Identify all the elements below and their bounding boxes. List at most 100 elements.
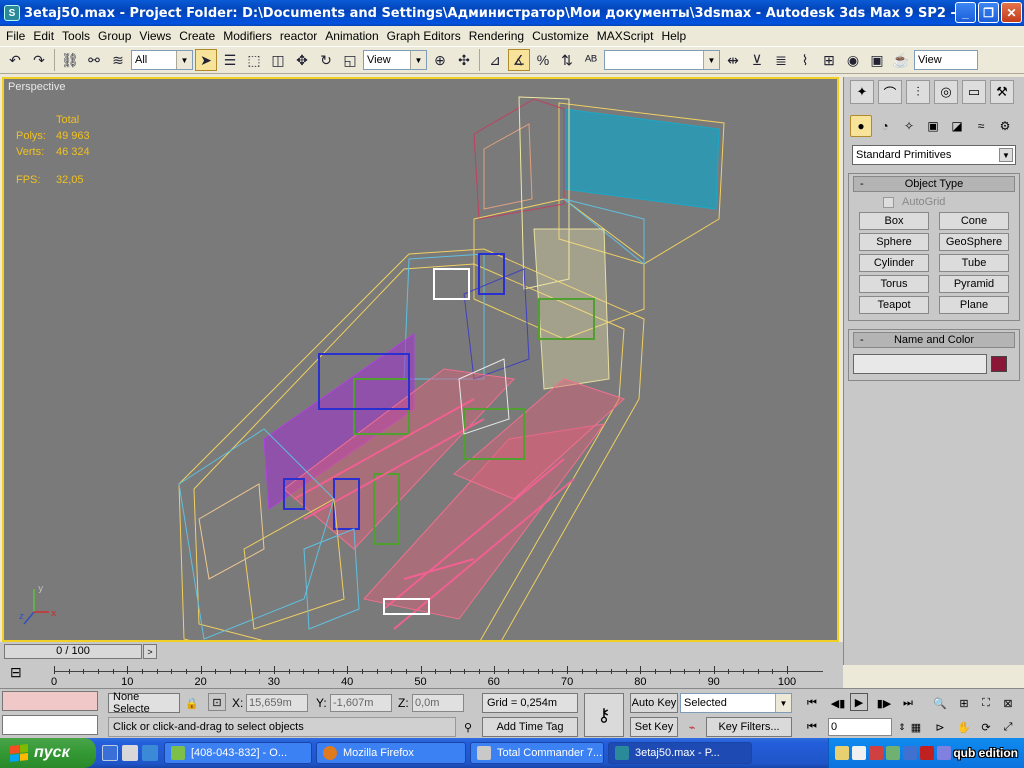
object-type-header[interactable]: - Object Type (853, 176, 1015, 192)
utilities-tab-icon[interactable]: ⚒ (990, 80, 1014, 104)
taskbar-item-3dsmax[interactable]: 3etaj50.max - P... (608, 742, 752, 764)
explorer-quicklaunch-icon[interactable] (122, 745, 138, 761)
systems-icon[interactable]: ⚙ (994, 115, 1016, 137)
zoom-all-icon[interactable]: ⊞ (954, 693, 974, 713)
antivirus-tray-icon[interactable] (869, 746, 883, 760)
lock-icon[interactable]: 🔒 (182, 693, 202, 713)
window-crossing-icon[interactable]: ◫ (267, 49, 289, 71)
sphere-button[interactable]: Sphere (859, 233, 929, 251)
time-slider-thumb[interactable]: 0 / 100 (4, 644, 142, 659)
z-coordinate-field[interactable]: 0,0m (412, 694, 464, 712)
y-coordinate-field[interactable]: -1,607m (330, 694, 392, 712)
selection-filter-dropdown[interactable]: All ▼ (131, 50, 193, 70)
next-frame-arrow-icon[interactable]: > (143, 644, 157, 659)
cylinder-button[interactable]: Cylinder (859, 254, 929, 272)
select-and-rotate-icon[interactable]: ↻ (315, 49, 337, 71)
3ds-max-icon[interactable]: S (4, 5, 20, 21)
key-mode-dropdown[interactable]: Selected ▼ (680, 693, 792, 713)
object-color-swatch[interactable] (991, 356, 1007, 372)
network-tray-icon[interactable] (886, 746, 900, 760)
x-coordinate-field[interactable]: 15,659m (246, 694, 308, 712)
menu-modifiers[interactable]: Modifiers (219, 29, 276, 43)
teapot-button[interactable]: Teapot (859, 296, 929, 314)
pan-view-icon[interactable]: ✋ (954, 717, 974, 737)
go-to-end-icon[interactable]: ⏭ (898, 693, 918, 713)
unlink-icon[interactable]: ⚯ (83, 49, 105, 71)
time-slider[interactable]: 0 / 100 > (0, 642, 843, 660)
lights-icon[interactable]: ✧ (898, 115, 920, 137)
render-setup-icon[interactable]: ▣ (866, 49, 888, 71)
box-button[interactable]: Box (859, 212, 929, 230)
set-key-icon[interactable]: ⚷ (584, 693, 624, 737)
previous-frame-icon[interactable]: ◀▮ (828, 693, 848, 713)
taskbar-item-total-commander[interactable]: Total Commander 7... (470, 742, 604, 764)
menu-edit[interactable]: Edit (29, 29, 58, 43)
named-selection-dropdown[interactable]: ▼ (604, 50, 720, 70)
curve-editor-icon[interactable]: ⌇ (794, 49, 816, 71)
add-time-tag-button[interactable]: Add Time Tag (482, 717, 578, 737)
select-and-move-icon[interactable]: ✥ (291, 49, 313, 71)
key-filters-button[interactable]: Key Filters... (706, 717, 792, 737)
set-key-button[interactable]: Set Key (630, 717, 678, 737)
reference-coordinate-dropdown[interactable]: View ▼ (363, 50, 427, 70)
object-category-dropdown[interactable]: Standard Primitives ▼ (852, 145, 1016, 165)
menu-tools[interactable]: Tools (58, 29, 94, 43)
align-icon[interactable]: ⊻ (746, 49, 768, 71)
flash-tray-icon[interactable] (920, 746, 934, 760)
notes-tray-icon[interactable] (852, 746, 866, 760)
create-tab-icon[interactable]: ✦ (850, 80, 874, 104)
select-object-icon[interactable]: ➤ (195, 49, 217, 71)
motion-tab-icon[interactable]: ◎ (934, 80, 958, 104)
pivot-center-icon[interactable]: ⊕ (429, 49, 451, 71)
zoom-extents-icon[interactable]: ⛶ (976, 693, 996, 713)
schematic-view-icon[interactable]: ⊞ (818, 49, 840, 71)
menu-views[interactable]: Views (135, 29, 175, 43)
play-icon[interactable]: ▶ (850, 693, 868, 711)
bind-to-space-warp-icon[interactable]: ≋ (107, 49, 129, 71)
show-desktop-icon[interactable] (142, 745, 158, 761)
perspective-viewport[interactable]: Perspective Total Polys: 49 963 Verts: 46 … (2, 77, 839, 642)
menu-animation[interactable]: Animation (321, 29, 382, 43)
open-mini-curve-editor-icon[interactable]: ⊟ (10, 664, 22, 681)
helpers-icon[interactable]: ◪ (946, 115, 968, 137)
select-and-manipulate-icon[interactable]: ✣ (453, 49, 475, 71)
menu-rendering[interactable]: Rendering (465, 29, 528, 43)
taskbar-item-firefox[interactable]: Mozilla Firefox (316, 742, 466, 764)
close-button[interactable]: ✕ (1001, 2, 1022, 23)
autogrid-option[interactable]: AutoGrid (853, 192, 1015, 212)
snaps-toggle-icon[interactable]: ⊿ (484, 49, 506, 71)
time-tag-icon[interactable]: ⚲ (458, 717, 478, 737)
geometry-icon[interactable]: ● (850, 115, 872, 137)
default-tangent-icon[interactable]: ⌁ (682, 717, 702, 737)
menu-help[interactable]: Help (657, 29, 690, 43)
torus-button[interactable]: Torus (859, 275, 929, 293)
object-name-field[interactable] (853, 354, 987, 374)
folder-tray-icon[interactable] (835, 746, 849, 760)
menu-customize[interactable]: Customize (528, 29, 593, 43)
angle-snap-icon[interactable]: ∡ (508, 49, 530, 71)
select-and-link-icon[interactable]: ⛓ (59, 49, 81, 71)
current-frame-field[interactable]: 0 (828, 718, 892, 736)
geosphere-button[interactable]: GeoSphere (939, 233, 1009, 251)
taskbar-item-icq[interactable]: [408-043-832] - О... (164, 742, 312, 764)
material-editor-icon[interactable]: ◉ (842, 49, 864, 71)
minimize-button[interactable]: _ (955, 2, 976, 23)
auto-key-button[interactable]: Auto Key (630, 693, 678, 713)
render-view-dropdown[interactable]: View (914, 50, 978, 70)
space-warps-icon[interactable]: ≈ (970, 115, 992, 137)
frame-ruler[interactable]: 0 10 20 30 40 50 60 70 80 90 100 (51, 662, 823, 688)
menu-group[interactable]: Group (94, 29, 135, 43)
menu-maxscript[interactable]: MAXScript (593, 29, 658, 43)
volume-tray-icon[interactable] (937, 746, 951, 760)
tube-button[interactable]: Tube (939, 254, 1009, 272)
zoom-icon[interactable]: 🔍 (930, 693, 950, 713)
zoom-extents-all-icon[interactable]: ⊠ (998, 693, 1018, 713)
next-frame-icon[interactable]: ▮▶ (874, 693, 894, 713)
arc-rotate-icon[interactable]: ⟳ (976, 717, 996, 737)
menu-file[interactable]: File (2, 29, 29, 43)
edit-named-selection-icon[interactable]: ᴬᴮ (580, 49, 602, 71)
autogrid-checkbox[interactable] (883, 196, 894, 208)
render-production-icon[interactable]: ☕ (890, 49, 912, 71)
hierarchy-tab-icon[interactable]: ⫶ (906, 80, 930, 104)
undo-icon[interactable]: ↶ (4, 49, 26, 71)
